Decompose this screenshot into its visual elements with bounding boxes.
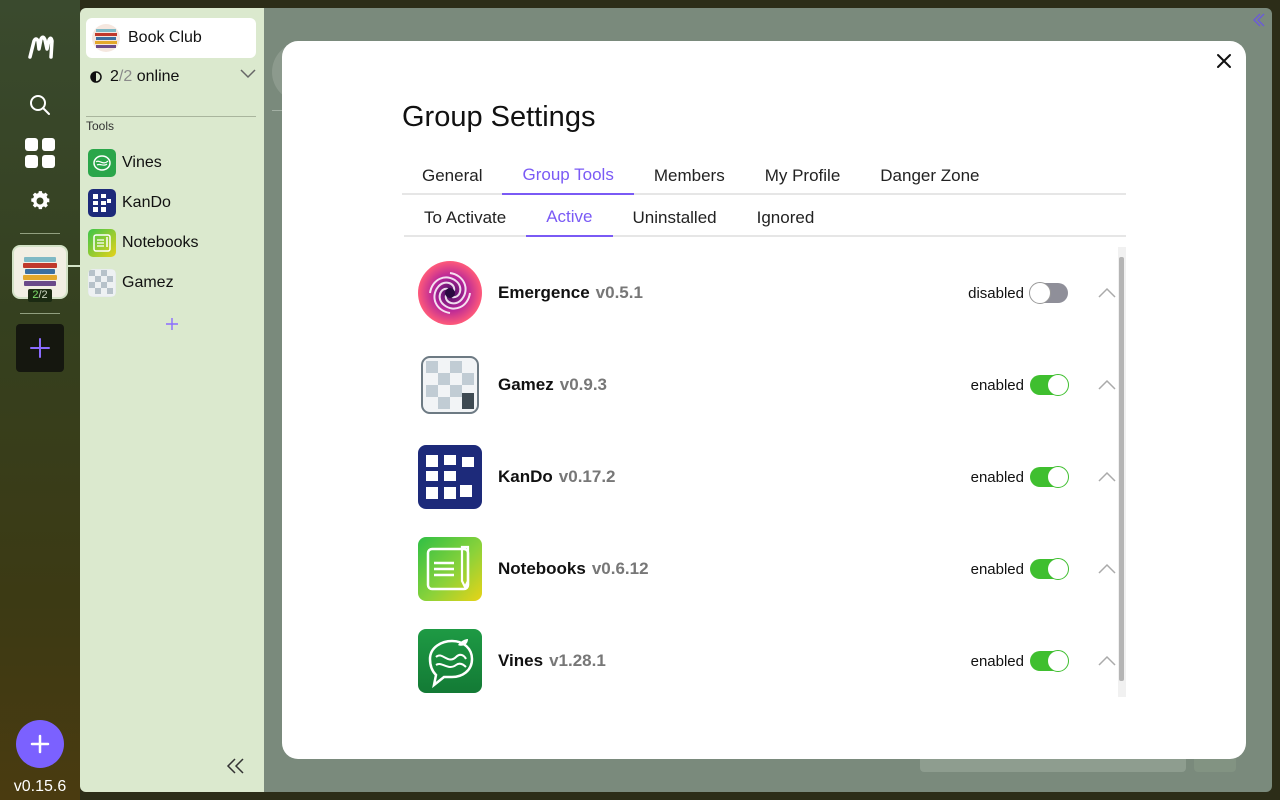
chevron-up-icon[interactable] <box>1098 563 1116 575</box>
tool-name: Gamez <box>498 375 554 394</box>
sidebar-tool-kando[interactable]: KanDo <box>88 187 256 219</box>
tab-my-profile[interactable]: My Profile <box>745 157 861 195</box>
tool-subtabs: To Activate Active Uninstalled Ignored <box>404 199 1126 237</box>
notebooks-icon <box>88 229 116 257</box>
chevron-up-icon[interactable] <box>1098 287 1116 299</box>
sidebar-tool-vines[interactable]: Vines <box>88 147 256 179</box>
online-count: 2/2 online <box>110 68 180 85</box>
tool-row-notebooks: Notebooks v0.6.12 enabled <box>418 537 1116 601</box>
close-button[interactable] <box>1214 51 1234 71</box>
sidebar-tool-notebooks[interactable]: Notebooks <box>88 227 256 259</box>
tool-status: enabled <box>970 376 1024 394</box>
tool-status: enabled <box>970 560 1024 578</box>
tool-enabled-toggle[interactable] <box>1030 374 1069 396</box>
chevron-up-icon[interactable] <box>1098 379 1116 391</box>
tool-version: v0.6.12 <box>591 559 649 578</box>
tool-version: v1.28.1 <box>549 651 606 670</box>
sidebar-tool-label: KanDo <box>122 194 171 211</box>
tab-members[interactable]: Members <box>634 157 745 195</box>
scrollbar-thumb[interactable] <box>1119 257 1124 681</box>
app-version: v0.15.6 <box>13 778 67 795</box>
toggle-knob <box>1047 466 1069 488</box>
vines-icon <box>418 629 482 693</box>
subtab-active[interactable]: Active <box>526 199 613 237</box>
tool-name: Emergence <box>498 283 590 302</box>
collapse-right-icon[interactable] <box>1250 12 1266 28</box>
apps-grid-icon[interactable] <box>16 129 64 177</box>
sidebar-tool-label: Gamez <box>122 274 174 291</box>
tool-name: KanDo <box>498 467 553 486</box>
tab-danger-zone[interactable]: Danger Zone <box>860 157 999 195</box>
group-name: Book Club <box>128 29 202 46</box>
toggle-knob <box>1047 650 1069 672</box>
gamez-icon <box>88 269 116 297</box>
tool-row-emergence: Emergence v0.5.1 disabled <box>418 261 1116 325</box>
toggle-knob <box>1029 282 1051 304</box>
books-stack-icon <box>23 257 57 286</box>
tool-status: enabled <box>970 468 1024 486</box>
sidebar-tool-label: Notebooks <box>122 234 199 251</box>
tool-row-gamez: Gamez v0.9.3 enabled <box>418 353 1116 417</box>
subtab-to-activate[interactable]: To Activate <box>404 199 526 237</box>
left-rail: 2/2 v0.15.6 <box>0 0 82 800</box>
tool-enabled-toggle[interactable] <box>1029 282 1068 304</box>
add-button[interactable] <box>16 720 64 768</box>
emergence-icon <box>418 261 482 325</box>
kando-icon <box>418 445 482 509</box>
tab-general[interactable]: General <box>402 157 502 195</box>
half-circle-icon <box>90 71 102 83</box>
plus-icon <box>30 734 50 754</box>
plus-icon <box>30 338 50 358</box>
tool-version: v0.5.1 <box>595 283 643 302</box>
kando-icon <box>88 189 116 217</box>
group-sidebar: Book Club 2/2 online Tools Vines KanDo N… <box>80 8 264 792</box>
search-icon[interactable] <box>16 81 64 129</box>
tool-row-vines: Vines v1.28.1 enabled <box>418 629 1116 693</box>
settings-tabs: General Group Tools Members My Profile D… <box>402 157 1126 195</box>
rail-divider <box>20 313 60 314</box>
tool-status: enabled <box>970 652 1024 670</box>
tool-name: Notebooks <box>498 559 586 578</box>
online-status-toggle[interactable]: 2/2 online <box>90 66 260 88</box>
subtab-uninstalled[interactable]: Uninstalled <box>613 199 737 237</box>
double-chevron-left-icon <box>226 758 244 774</box>
tool-name: Vines <box>498 651 544 670</box>
tool-version: v0.9.3 <box>559 375 608 394</box>
tool-row-kando: KanDo v0.17.2 enabled <box>418 445 1116 509</box>
chevron-up-icon[interactable] <box>1098 655 1116 667</box>
tab-group-tools[interactable]: Group Tools <box>502 157 634 195</box>
toggle-knob <box>1047 558 1069 580</box>
vines-icon <box>88 149 116 177</box>
group-title-card[interactable]: Book Club <box>86 18 256 58</box>
group-thumbnail <box>92 24 120 52</box>
close-icon <box>1217 54 1231 68</box>
tool-version: v0.17.2 <box>558 467 616 486</box>
gamez-icon <box>418 353 482 417</box>
chevron-up-icon[interactable] <box>1098 471 1116 483</box>
group-settings-dialog: Group Settings General Group Tools Membe… <box>282 41 1246 759</box>
tool-enabled-toggle[interactable] <box>1030 558 1069 580</box>
notebooks-icon <box>418 537 482 601</box>
tool-enabled-toggle[interactable] <box>1030 466 1069 488</box>
toggle-knob <box>1047 374 1069 396</box>
gear-icon[interactable] <box>16 177 64 225</box>
chevron-down-icon <box>240 69 256 79</box>
sidebar-tool-label: Vines <box>122 154 162 171</box>
active-tools-list: Emergence v0.5.1 disabled Gamez v0.9.3 e… <box>404 247 1126 697</box>
add-group-button[interactable] <box>16 324 64 372</box>
tools-heading: Tools <box>86 119 115 133</box>
add-tool-button[interactable] <box>162 314 182 334</box>
collapse-sidebar-button[interactable] <box>224 756 248 776</box>
panel-divider <box>86 116 256 117</box>
rail-divider <box>20 233 60 234</box>
subtab-ignored[interactable]: Ignored <box>737 199 835 237</box>
sidebar-tool-gamez[interactable]: Gamez <box>88 267 256 299</box>
group-online-badge: 2/2 <box>28 289 52 302</box>
tool-status: disabled <box>968 284 1024 302</box>
plus-icon <box>166 318 178 330</box>
tool-list-scrollbar[interactable] <box>1118 247 1126 697</box>
dialog-title: Group Settings <box>402 101 596 133</box>
moss-logo-icon[interactable] <box>16 24 64 72</box>
tool-enabled-toggle[interactable] <box>1030 650 1069 672</box>
